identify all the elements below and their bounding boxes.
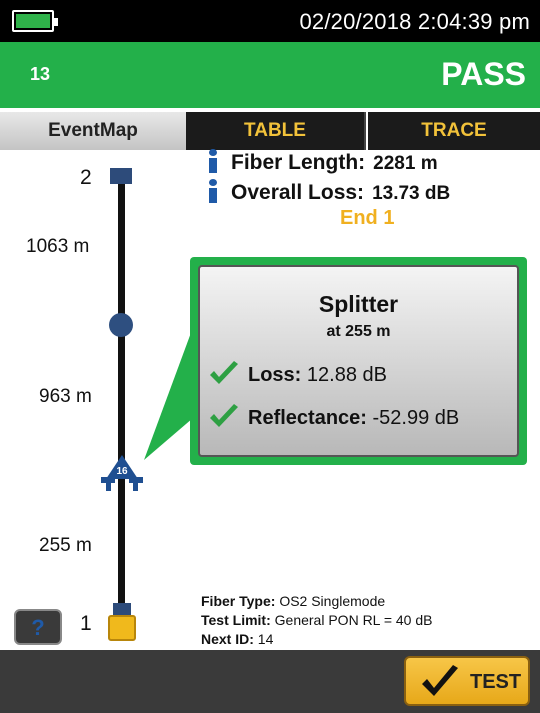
status-bar: 02/20/2018 2:04:39 pm <box>0 0 540 42</box>
event-location: at 255 m <box>326 323 391 340</box>
fiber-line <box>118 178 125 608</box>
fiber-length-value: 2281 m <box>373 153 438 174</box>
datetime: 02/20/2018 2:04:39 pm <box>299 9 530 34</box>
splitter-ratio: 16 <box>116 466 128 477</box>
reflectance-row: Reflectance: -52.99 dB <box>208 404 459 430</box>
tab-eventmap[interactable]: EventMap <box>0 112 186 150</box>
event-marker-end[interactable] <box>110 168 132 184</box>
event-type: Splitter <box>318 291 399 317</box>
reflectance-value: -52.99 dB <box>372 407 460 429</box>
fiber-length-line: Fiber Length: 2281 m <box>207 149 438 175</box>
next-id: Next ID: 14 <box>201 631 274 647</box>
result-header: 13 PASS <box>0 42 540 108</box>
check-icon <box>210 404 238 427</box>
distance-label: 1063 m <box>26 236 90 257</box>
tab-table[interactable]: TABLE <box>186 112 366 150</box>
event-number-bottom: 1 <box>80 612 92 635</box>
end-label: End 1 <box>340 207 395 229</box>
tab-trace[interactable]: TRACE <box>368 112 540 150</box>
check-icon <box>210 361 238 384</box>
fiber-type: Fiber Type: OS2 Singlemode <box>201 593 386 609</box>
check-icon <box>422 665 458 696</box>
distance-label: 255 m <box>39 535 92 556</box>
test-result: PASS <box>441 56 526 92</box>
info-icon[interactable] <box>207 179 219 203</box>
event-number-top: 2 <box>80 166 92 189</box>
loss-label: Loss: <box>248 364 302 386</box>
loss-row: Loss: 12.88 dB <box>208 361 387 387</box>
footer-bar: TEST <box>0 650 540 713</box>
battery-icon <box>12 10 58 32</box>
record-id: 13 <box>30 64 51 84</box>
event-detail-callout[interactable]: Splitter at 255 m Loss: 12.88 dB Reflect… <box>190 257 527 465</box>
event-marker-start[interactable] <box>108 603 136 641</box>
overall-loss-label: Overall Loss: <box>231 181 365 204</box>
test-limit: Test Limit: General PON RL = 40 dB <box>201 612 433 628</box>
reflectance-label: Reflectance: <box>248 407 367 429</box>
help-button[interactable]: ? <box>14 609 62 645</box>
distance-label: 963 m <box>39 386 92 407</box>
test-button-label: TEST <box>470 671 522 693</box>
help-icon: ? <box>31 615 45 640</box>
overall-loss-value: 13.73 dB <box>372 183 451 204</box>
event-marker-node[interactable] <box>109 313 133 337</box>
loss-value: 12.88 dB <box>306 364 387 386</box>
fiber-length-label: Fiber Length: <box>231 151 366 174</box>
overall-loss-line: Overall Loss: 13.73 dB <box>207 179 450 205</box>
test-button[interactable]: TEST <box>404 656 530 706</box>
tab-bar: EventMap TABLE TRACE <box>0 108 540 150</box>
info-icon[interactable] <box>207 149 219 173</box>
